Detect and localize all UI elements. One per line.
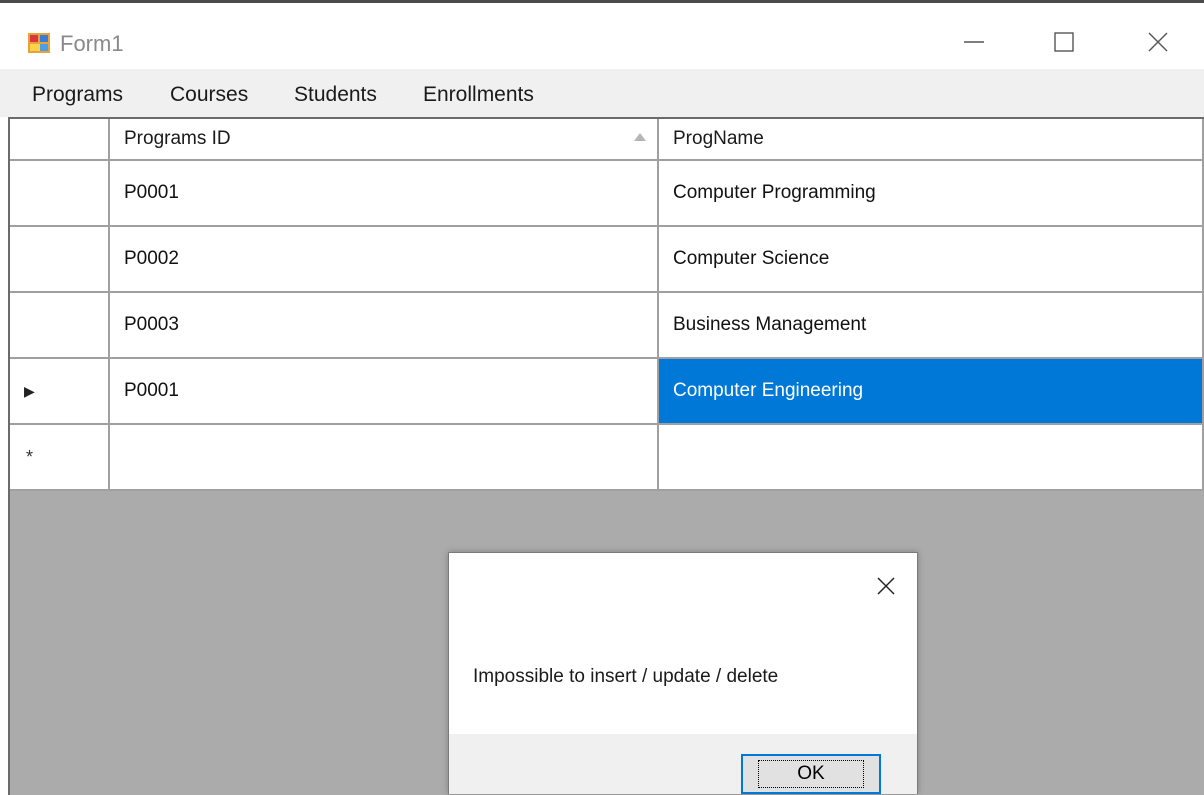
close-button[interactable] <box>1128 17 1188 67</box>
minimize-icon <box>964 41 984 43</box>
column-header-label: Programs ID <box>124 128 231 149</box>
dialog-footer: OK <box>449 734 917 794</box>
new-row-indicator-icon: * <box>26 446 34 467</box>
table-row[interactable]: P0001 Computer Programming <box>10 161 1204 227</box>
row-header-corner <box>10 119 110 161</box>
dialog-close-button[interactable] <box>873 573 899 599</box>
cell-progname[interactable]: Computer Programming <box>659 161 1204 227</box>
grid-header-row: Programs ID ProgName <box>10 119 1204 161</box>
menu-enrollments[interactable]: Enrollments <box>423 83 534 107</box>
cell-programs-id[interactable]: P0001 <box>110 359 659 425</box>
current-row-indicator-icon: ▶ <box>24 382 35 399</box>
cell-progname[interactable] <box>659 425 1204 491</box>
cell-progname[interactable]: Business Management <box>659 293 1204 359</box>
row-header[interactable] <box>10 227 110 293</box>
row-header[interactable] <box>10 161 110 227</box>
ok-button-label: OK <box>758 760 864 788</box>
column-header-progname[interactable]: ProgName <box>659 119 1204 161</box>
cell-programs-id[interactable]: P0003 <box>110 293 659 359</box>
ok-button[interactable]: OK <box>741 754 881 794</box>
cell-programs-id[interactable]: P0002 <box>110 227 659 293</box>
window-title: Form1 <box>60 31 124 56</box>
table-row[interactable]: P0003 Business Management <box>10 293 1204 359</box>
column-header-programs-id[interactable]: Programs ID <box>110 119 659 161</box>
close-icon <box>1148 32 1168 52</box>
menu-students[interactable]: Students <box>294 83 377 107</box>
table-row-current[interactable]: ▶ P0001 Computer Engineering <box>10 359 1204 425</box>
app-icon <box>28 33 50 53</box>
maximize-icon <box>1054 32 1074 52</box>
dialog-message: Impossible to insert / update / delete <box>473 666 779 687</box>
cell-progname-selected[interactable]: Computer Engineering <box>659 359 1204 425</box>
menu-bar: Programs Courses Students Enrollments <box>0 69 1204 117</box>
table-row[interactable]: P0002 Computer Science <box>10 227 1204 293</box>
message-dialog: Impossible to insert / update / delete O… <box>448 552 918 794</box>
menu-courses[interactable]: Courses <box>170 83 248 107</box>
maximize-button[interactable] <box>1034 17 1094 67</box>
row-header[interactable] <box>10 293 110 359</box>
sort-ascending-icon <box>634 133 646 141</box>
row-header[interactable]: * <box>10 425 110 491</box>
close-icon <box>877 577 895 595</box>
column-header-label: ProgName <box>673 128 764 149</box>
row-header[interactable]: ▶ <box>10 359 110 425</box>
title-bar[interactable]: Form1 <box>0 3 1204 69</box>
minimize-button[interactable] <box>944 17 1004 67</box>
cell-progname[interactable]: Computer Science <box>659 227 1204 293</box>
menu-programs[interactable]: Programs <box>32 83 123 107</box>
cell-programs-id[interactable]: P0001 <box>110 161 659 227</box>
table-row-new[interactable]: * <box>10 425 1204 491</box>
cell-programs-id[interactable] <box>110 425 659 491</box>
